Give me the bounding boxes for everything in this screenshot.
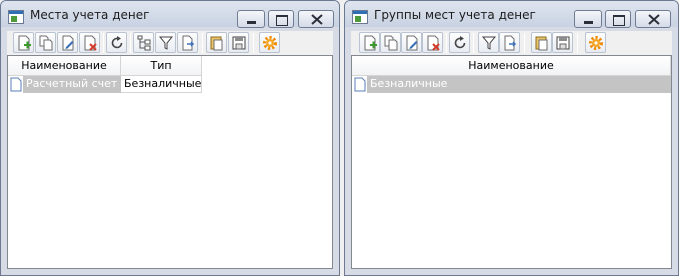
filter-icon [158,36,174,50]
window-app-icon [8,10,24,24]
window-client: Наименование Тип Расчетный счет Безналич… [7,31,333,269]
settings-gear-icon [263,36,277,50]
add-icon [18,35,31,51]
toolbar-separator [253,33,254,53]
minimize-button[interactable] [237,10,265,28]
save-button[interactable] [228,32,249,53]
filter-apply-button[interactable] [499,32,520,53]
filter-button[interactable] [478,32,499,53]
window-client: Наименование Безналичные [351,31,672,269]
column-header-name[interactable]: Наименование [352,56,671,76]
filter-apply-icon [504,35,517,51]
toolbar-separator [103,33,104,53]
settings-button[interactable] [259,32,280,53]
refresh-icon [111,36,123,49]
add-button[interactable] [13,32,34,53]
edit-icon [406,35,418,51]
accounts-table[interactable]: Наименование Тип Расчетный счет Безналич… [7,55,333,269]
maximize-button[interactable] [268,10,294,28]
copy-icon [39,35,53,51]
toolbar [7,31,333,55]
refresh-button[interactable] [106,32,127,53]
column-header-type[interactable]: Тип [121,56,202,76]
document-icon [10,77,22,92]
title-bar[interactable]: Места учета денег [1,1,339,28]
edit-button[interactable] [401,32,422,53]
save-button[interactable] [552,32,573,53]
close-button[interactable] [635,10,671,28]
save-icon [556,36,570,50]
toolbar-separator [130,33,131,53]
accounts-window: Места учета денег Наименование Тип Расче… [0,0,340,276]
toolbar [351,31,672,55]
refresh-button[interactable] [449,32,470,53]
title-bar[interactable]: Группы мест учета денег [345,1,678,28]
filter-apply-icon [182,35,195,51]
add-icon [364,35,377,51]
paste-icon [535,36,548,51]
delete-icon [427,35,440,51]
cell-name[interactable]: Расчетный счет [23,76,121,93]
cell-name[interactable]: Безналичные [367,76,671,93]
groups-window: Группы мест учета денег Наименование Без… [344,0,679,276]
toolbar-separator [577,33,578,53]
delete-button[interactable] [79,32,100,53]
filter-button[interactable] [155,32,176,53]
toolbar-separator [473,33,474,53]
minimize-button[interactable] [574,10,602,28]
groups-table[interactable]: Наименование Безналичные [351,55,672,269]
delete-icon [84,35,97,51]
settings-gear-icon [589,36,603,50]
paste-button[interactable] [206,32,227,53]
copy-icon [384,35,398,51]
window-app-icon [352,10,368,24]
toolbar-separator [202,33,203,53]
paste-button[interactable] [531,32,552,53]
refresh-icon [454,36,466,49]
copy-button[interactable] [35,32,56,53]
edit-icon [62,35,74,51]
hierarchy-icon [137,35,151,51]
window-title: Места учета денег [30,8,150,22]
save-icon [232,36,246,50]
cell-type[interactable]: Безналичные [121,76,202,93]
paste-icon [210,36,223,51]
toolbar-separator [524,33,525,53]
table-row[interactable]: Расчетный счет Безналичные [8,76,332,93]
column-header-name[interactable]: Наименование [8,56,121,76]
filter-apply-button[interactable] [177,32,198,53]
window-title: Группы мест учета денег [374,8,536,22]
toolbar-separator [446,33,447,53]
edit-button[interactable] [57,32,78,53]
add-button[interactable] [359,32,380,53]
close-button[interactable] [298,10,334,28]
document-icon [354,77,366,92]
close-icon [648,14,660,25]
close-icon [311,14,323,25]
table-row[interactable]: Безналичные [352,76,671,93]
filter-icon [481,36,497,50]
copy-button[interactable] [380,32,401,53]
hierarchy-button[interactable] [133,32,154,53]
delete-button[interactable] [422,32,443,53]
maximize-button[interactable] [605,10,631,28]
settings-button[interactable] [585,32,606,53]
